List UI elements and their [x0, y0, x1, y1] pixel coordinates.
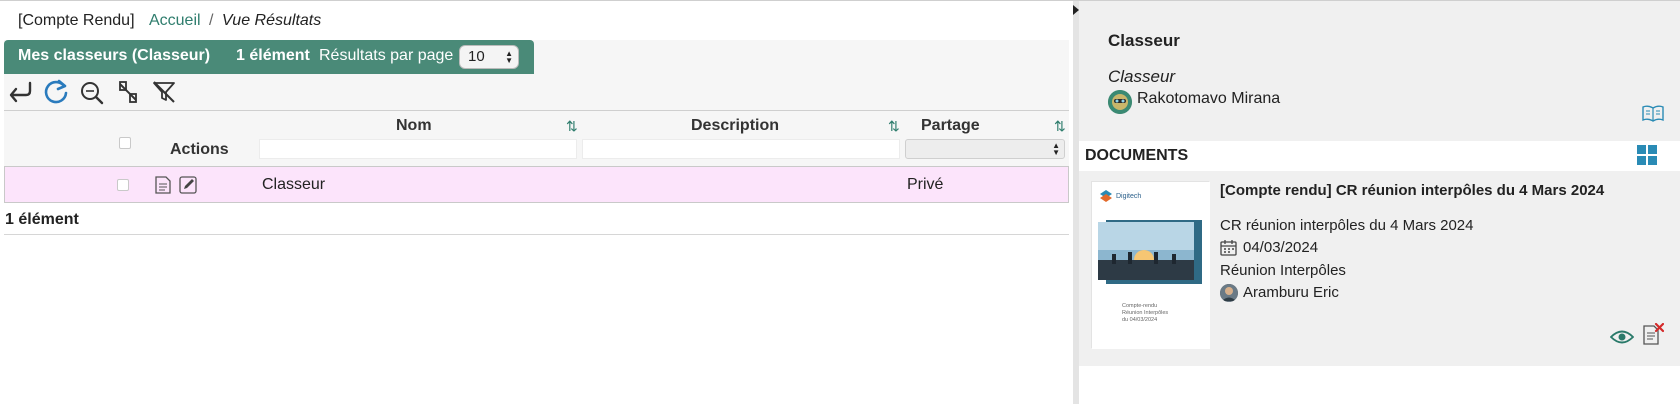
view-document-icon[interactable] [153, 175, 173, 195]
table-row[interactable]: Classeur Privé [4, 166, 1069, 203]
select-arrows-icon: ▲ ▼ [505, 49, 513, 65]
breadcrumb-separator: / [209, 12, 214, 29]
binder-title: Classeur [1108, 31, 1180, 50]
col-actions: Actions [170, 141, 229, 158]
toolbar [4, 74, 1069, 110]
document-card[interactable]: Digitech Compte-rendu Réunion Interpôles… [1079, 171, 1680, 366]
footer-count: 1 élément [4, 203, 1069, 235]
thumb-brand: Digitech [1116, 193, 1141, 200]
document-cover-image: Digitech Compte-rendu Réunion Interpôles… [1092, 182, 1210, 349]
owner-avatar [1108, 90, 1132, 114]
refresh-icon[interactable] [42, 78, 70, 106]
col-sharing[interactable]: Partage [921, 117, 980, 135]
document-thumbnail[interactable]: Digitech Compte-rendu Réunion Interpôles… [1091, 181, 1210, 349]
breadcrumb-current: Vue Résultats [221, 12, 322, 29]
thumb-caption-2: Réunion Interpôles [1122, 310, 1168, 316]
binder-info: Classeur Classeur Rakotomavo Mirana [1079, 1, 1680, 141]
document-date: 04/03/2024 [1243, 239, 1319, 256]
filter-sharing-select[interactable]: ▲ ▼ [905, 139, 1065, 159]
documents-footer-area [1079, 366, 1680, 404]
select-arrows-icon: ▲ ▼ [1052, 141, 1060, 157]
edit-icon[interactable] [178, 175, 198, 195]
row-sharing: Privé [907, 176, 944, 193]
document-author: Aramburu Eric [1243, 284, 1339, 301]
per-page-label: Résultats par page [319, 47, 454, 64]
col-description[interactable]: Description [691, 117, 779, 135]
author-avatar-image [1220, 284, 1238, 302]
document-subtitle: CR réunion interpôles du 4 Mars 2024 [1220, 217, 1474, 234]
grid-view-icon[interactable] [1636, 144, 1658, 166]
per-page-value: 10 [468, 48, 485, 65]
app-window: [Compte Rendu] Accueil / Vue Résultats M… [0, 0, 1680, 404]
open-book-icon[interactable] [1642, 104, 1664, 122]
thumb-caption-1: Compte-rendu [1122, 303, 1157, 309]
document-category: Réunion Interpôles [1220, 262, 1346, 279]
details-panel: Classeur Classeur Rakotomavo Mirana DOCU… [1079, 1, 1680, 404]
calendar-icon [1220, 240, 1237, 256]
thumb-caption-3: du 04/03/2024 [1122, 317, 1157, 323]
owner-name: Rakotomavo Mirana [1137, 90, 1281, 107]
owner-avatar-image [1108, 90, 1132, 114]
row-name: Classeur [262, 176, 326, 193]
sort-sharing-icon[interactable]: ⇅ [1054, 118, 1066, 135]
remove-document-icon[interactable] [1642, 323, 1664, 345]
author-avatar [1220, 284, 1238, 302]
select-all-checkbox[interactable] [119, 137, 131, 149]
breadcrumb-prefix: [Compte Rendu] [18, 12, 135, 29]
documents-header: DOCUMENTS [1079, 141, 1680, 171]
sort-description-icon[interactable]: ⇅ [888, 118, 900, 135]
breadcrumb: [Compte Rendu] Accueil / Vue Résultats [18, 12, 321, 30]
list-tab: Mes classeurs (Classeur) 1 élément Résul… [4, 40, 534, 74]
table-header: Actions Nom ⇅ Description ⇅ Partage ⇅ ▲ ▼ [4, 110, 1069, 166]
list-count: 1 élément [236, 47, 310, 64]
clear-filter-icon[interactable] [150, 78, 178, 106]
sort-name-icon[interactable]: ⇅ [566, 118, 578, 135]
search-reset-icon[interactable] [78, 78, 106, 106]
filter-name-input[interactable] [259, 139, 577, 159]
breadcrumb-home-link[interactable]: Accueil [149, 12, 201, 29]
list-title: Mes classeurs (Classeur) [18, 47, 211, 64]
filter-description-input[interactable] [582, 139, 900, 159]
back-arrow-icon[interactable] [6, 78, 34, 106]
document-title[interactable]: [Compte rendu] CR réunion interpôles du … [1220, 182, 1604, 199]
row-checkbox[interactable] [117, 179, 129, 191]
preview-eye-icon[interactable] [1610, 329, 1634, 345]
per-page-select[interactable]: 10 ▲ ▼ [459, 45, 519, 69]
no-link-icon[interactable] [114, 78, 142, 106]
documents-label: DOCUMENTS [1085, 147, 1189, 164]
results-panel: [Compte Rendu] Accueil / Vue Résultats M… [0, 1, 1073, 404]
col-name[interactable]: Nom [396, 117, 432, 135]
binder-subtitle: Classeur [1108, 67, 1176, 86]
